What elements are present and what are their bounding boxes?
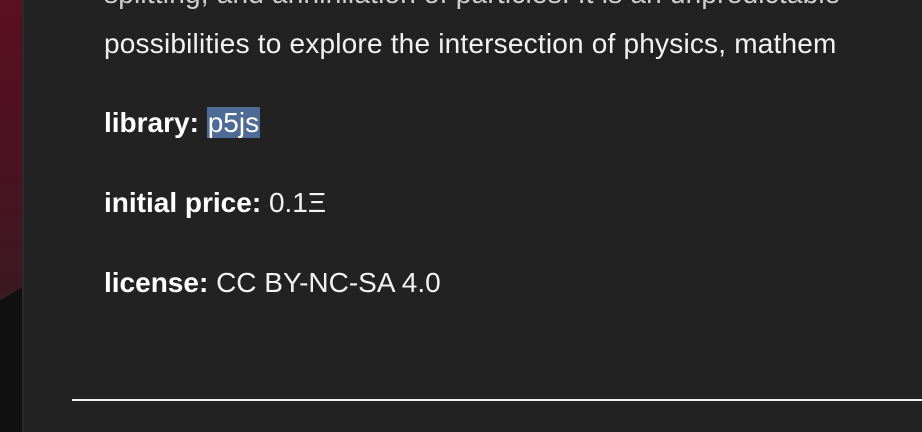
description-line: possibilities to explore the intersectio…: [104, 28, 837, 59]
license-value: CC BY-NC-SA 4.0: [216, 267, 441, 298]
strip-edge: [22, 0, 24, 432]
initial-price-value: 0.1Ξ: [268, 187, 327, 218]
initial-price-row: initial price: 0.1Ξ: [104, 187, 326, 219]
initial-price-label: initial price:: [104, 187, 269, 218]
license-row: license: CC BY-NC-SA 4.0: [104, 267, 441, 299]
library-label: library:: [104, 107, 207, 138]
library-row: library: p5js: [104, 107, 261, 139]
decorative-shape: [0, 286, 24, 432]
description-line-partial: splitting, and annihilation of particles…: [104, 0, 841, 10]
left-accent-strip: [0, 0, 24, 432]
library-value[interactable]: p5js: [206, 107, 261, 138]
section-divider: [72, 399, 922, 401]
license-label: license:: [104, 267, 217, 298]
